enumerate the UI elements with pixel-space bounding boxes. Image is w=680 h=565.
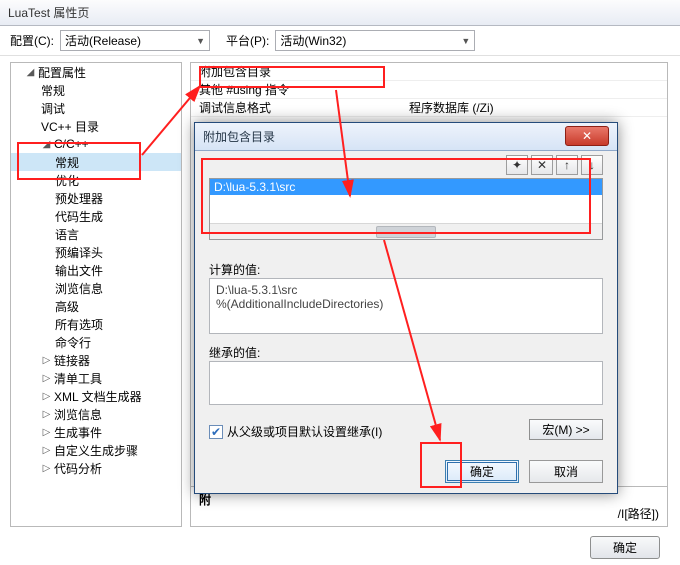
expand-icon: ▷ (41, 463, 52, 474)
calc-line: %(AdditionalIncludeDirectories) (216, 297, 596, 311)
tree-item[interactable]: 优化 (11, 171, 181, 189)
platform-value: 活动(Win32) (280, 32, 457, 49)
tree-item[interactable]: 代码生成 (11, 207, 181, 225)
tree-item[interactable]: ▷代码分析 (11, 459, 181, 477)
prop-row[interactable]: 其他 #using 指令 (191, 81, 667, 99)
dialog-toolbar: ✦ ✕ ↑ ↓ (506, 155, 603, 175)
scroll-thumb[interactable] (376, 226, 436, 238)
tree-item[interactable]: ▷XML 文档生成器 (11, 387, 181, 405)
include-dirs-dialog: 附加包含目录 ✕ ✦ ✕ ↑ ↓ D:\lua-5.3.1\src 计算的值: … (194, 122, 618, 494)
tree-item[interactable]: VC++ 目录 (11, 117, 181, 135)
expand-icon: ▷ (41, 373, 52, 384)
move-down-button[interactable]: ↓ (581, 155, 603, 175)
calc-line: D:\lua-5.3.1\src (216, 283, 596, 297)
tree-item[interactable]: ▷清单工具 (11, 369, 181, 387)
tree-item[interactable]: 预处理器 (11, 189, 181, 207)
tree-cc-root[interactable]: ◢C/C++ (11, 135, 181, 153)
collapse-icon: ◢ (41, 139, 52, 150)
new-line-button[interactable]: ✦ (506, 155, 528, 175)
ok-button[interactable]: 确定 (590, 536, 660, 559)
move-up-button[interactable]: ↑ (556, 155, 578, 175)
tree-item[interactable]: 所有选项 (11, 315, 181, 333)
calculated-label: 计算的值: (209, 261, 260, 278)
directories-listbox[interactable]: D:\lua-5.3.1\src (209, 178, 603, 240)
close-button[interactable]: ✕ (565, 126, 609, 146)
new-folder-icon: ✦ (512, 158, 522, 172)
tree-root[interactable]: ◢配置属性 (11, 63, 181, 81)
expand-icon: ▷ (41, 427, 52, 438)
platform-combo[interactable]: 活动(Win32) ▼ (275, 30, 475, 51)
dialog-ok-button[interactable]: 确定 (445, 460, 519, 483)
window-titlebar: LuaTest 属性页 (0, 0, 680, 26)
horizontal-scrollbar[interactable] (210, 223, 602, 239)
dialog-cancel-button[interactable]: 取消 (529, 460, 603, 483)
prop-value: 程序数据库 (/Zi) (409, 99, 494, 116)
config-value: 活动(Release) (65, 32, 192, 49)
tree-item[interactable]: 预编译头 (11, 243, 181, 261)
inherited-box (209, 361, 603, 405)
calculated-box: D:\lua-5.3.1\src %(AdditionalIncludeDire… (209, 278, 603, 334)
collapse-icon: ◢ (25, 67, 36, 78)
inherit-checkbox-row[interactable]: ✔ 从父级或项目默认设置继承(I) (209, 423, 382, 440)
platform-label: 平台(P): (226, 32, 269, 49)
inherited-label: 继承的值: (209, 344, 260, 361)
tree-item[interactable]: ▷自定义生成步骤 (11, 441, 181, 459)
tree-item[interactable]: 输出文件 (11, 261, 181, 279)
button-row: 确定 (590, 536, 660, 559)
arrow-down-icon: ↓ (589, 158, 595, 172)
prop-key: 附加包含目录 (199, 63, 409, 80)
hint-suffix: /I[路径]) (618, 505, 659, 522)
hint-prefix: 附 (199, 493, 211, 507)
tree-item[interactable]: ▷链接器 (11, 351, 181, 369)
tree-item[interactable]: ▷生成事件 (11, 423, 181, 441)
macro-button[interactable]: 宏(M) >> (529, 419, 603, 440)
tree-item[interactable]: 语言 (11, 225, 181, 243)
arrow-up-icon: ↑ (564, 158, 570, 172)
tree-item[interactable]: 常规 (11, 81, 181, 99)
chevron-down-icon: ▼ (457, 36, 470, 46)
check-icon: ✔ (211, 425, 221, 439)
tree-item[interactable]: 调试 (11, 99, 181, 117)
tree-item[interactable]: 浏览信息 (11, 279, 181, 297)
expand-icon: ▷ (41, 391, 52, 402)
dialog-titlebar[interactable]: 附加包含目录 (195, 123, 617, 151)
delete-line-button[interactable]: ✕ (531, 155, 553, 175)
window-title: LuaTest 属性页 (8, 4, 89, 21)
chevron-down-icon: ▼ (192, 36, 205, 46)
dialog-title: 附加包含目录 (203, 128, 275, 145)
config-row: 配置(C): 活动(Release) ▼ 平台(P): 活动(Win32) ▼ (0, 26, 680, 56)
checkbox-checked[interactable]: ✔ (209, 425, 223, 439)
config-combo[interactable]: 活动(Release) ▼ (60, 30, 210, 51)
prop-row[interactable]: 调试信息格式 程序数据库 (/Zi) (191, 99, 667, 117)
tree-item[interactable]: 命令行 (11, 333, 181, 351)
dialog-button-row: 确定 取消 (445, 460, 603, 483)
close-icon: ✕ (582, 129, 592, 143)
tree-item-selected[interactable]: 常规 (11, 153, 181, 171)
config-tree[interactable]: ◢配置属性 常规 调试 VC++ 目录 ◢C/C++ 常规 优化 预处理器 代码… (10, 62, 182, 527)
expand-icon: ▷ (41, 409, 52, 420)
checkbox-label: 从父级或项目默认设置继承(I) (227, 423, 382, 440)
prop-row[interactable]: 附加包含目录 (191, 63, 667, 81)
tree-item[interactable]: 高级 (11, 297, 181, 315)
config-label: 配置(C): (10, 32, 54, 49)
list-item-selected[interactable]: D:\lua-5.3.1\src (210, 179, 602, 195)
expand-icon: ▷ (41, 355, 52, 366)
delete-icon: ✕ (537, 158, 547, 172)
tree-item[interactable]: ▷浏览信息 (11, 405, 181, 423)
prop-key: 调试信息格式 (199, 99, 409, 116)
expand-icon: ▷ (41, 445, 52, 456)
prop-key: 其他 #using 指令 (199, 81, 409, 98)
